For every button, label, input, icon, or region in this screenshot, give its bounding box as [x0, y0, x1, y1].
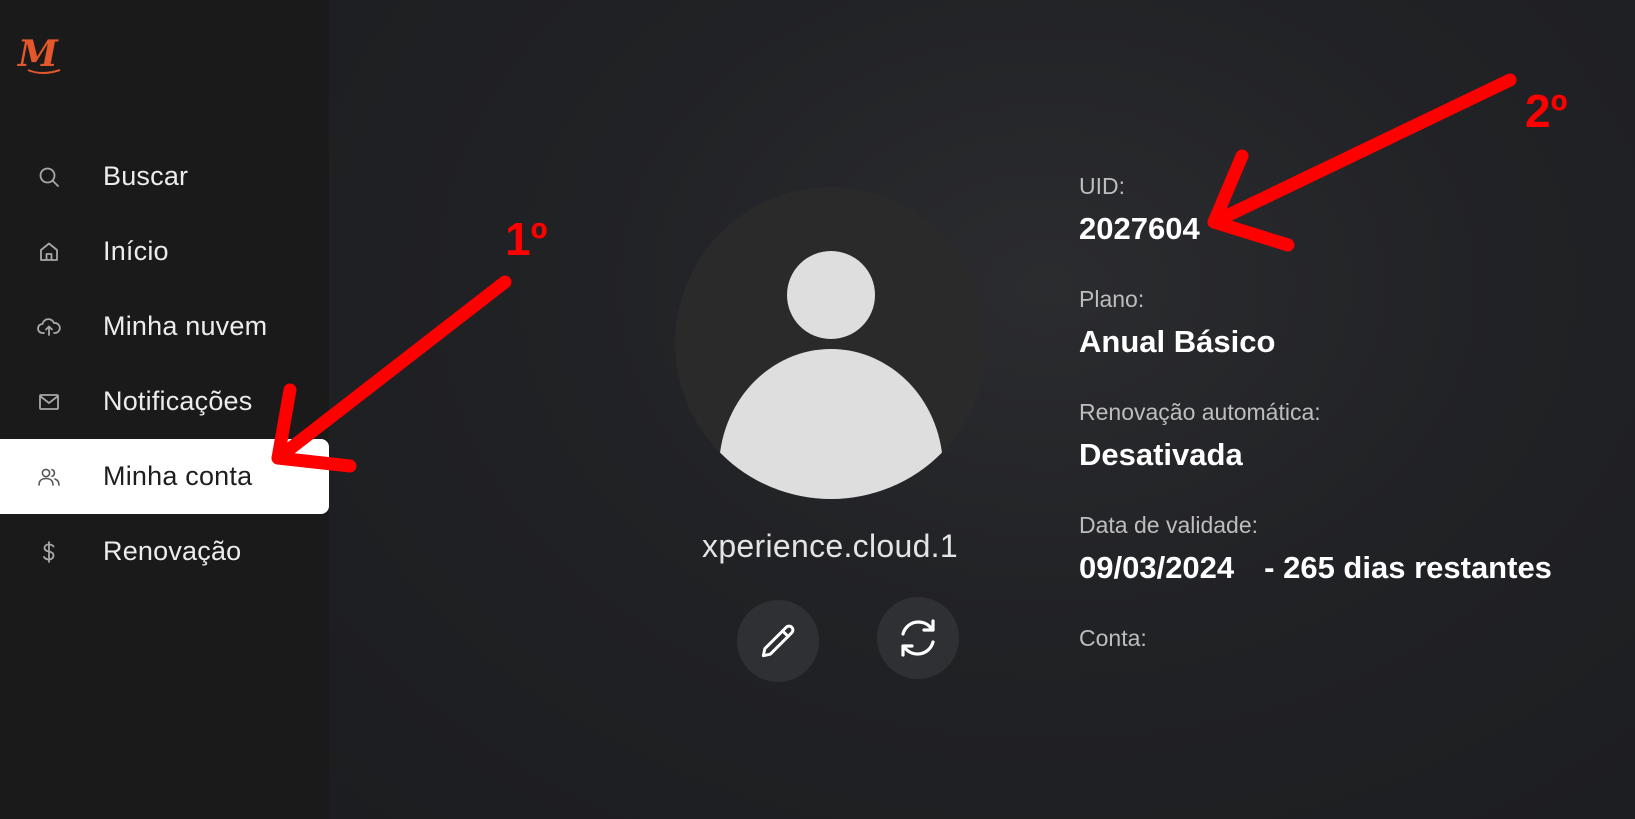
brand-logo-letter: M — [16, 33, 59, 75]
expiry-remaining: - 265 dias restantes — [1264, 550, 1552, 585]
home-icon — [36, 239, 62, 265]
sidebar-item-inicio[interactable]: Início — [0, 214, 329, 289]
brand-logo-icon[interactable]: M — [14, 30, 76, 80]
annotation-step-2-label: 2º — [1525, 85, 1568, 137]
sidebar-item-label: Início — [103, 236, 169, 266]
pencil-icon — [761, 624, 795, 658]
uid-value: 2027604 — [1079, 211, 1200, 246]
auto-renewal-block: Renovação automática: Desativada — [1079, 399, 1619, 512]
users-icon — [36, 464, 62, 490]
expiry-value: 09/03/2024 - 265 dias restantes — [1079, 550, 1619, 590]
expiry-date: 09/03/2024 — [1079, 550, 1235, 585]
annotation-step-1-label: 1º — [505, 213, 548, 265]
sidebar-item-minha-conta[interactable]: Minha conta — [0, 439, 329, 514]
sidebar: M Buscar Início Minha nuvem Notificações… — [0, 0, 329, 819]
plan-value: Anual Básico — [1079, 324, 1276, 359]
expiry-block: Data de validade: 09/03/2024 - 265 dias r… — [1079, 512, 1619, 625]
account-block: Conta: — [1079, 625, 1619, 738]
auto-renewal-label: Renovação automática: — [1079, 399, 1321, 425]
account-label: Conta: — [1079, 625, 1147, 651]
dollar-icon — [36, 539, 62, 565]
profile-username: xperience.cloud.1 — [702, 528, 958, 564]
app-window: M Buscar Início Minha nuvem Notificações… — [0, 0, 1635, 819]
search-icon — [36, 164, 62, 190]
avatar — [675, 187, 987, 499]
sidebar-item-buscar[interactable]: Buscar — [0, 139, 329, 214]
uid-block: UID: 2027604 — [1079, 173, 1619, 286]
sidebar-item-minha-nuvem[interactable]: Minha nuvem — [0, 289, 329, 364]
refresh-icon — [901, 619, 935, 657]
auto-renewal-value: Desativada — [1079, 437, 1243, 472]
refresh-button[interactable] — [877, 597, 959, 679]
sidebar-item-label: Minha conta — [103, 461, 253, 491]
uid-label: UID: — [1079, 173, 1125, 199]
sidebar-item-notificacoes[interactable]: Notificações — [0, 364, 329, 439]
expiry-label: Data de validade: — [1079, 512, 1259, 538]
user-avatar-icon — [719, 251, 943, 499]
sidebar-item-label: Minha nuvem — [103, 311, 268, 341]
mail-icon — [36, 389, 62, 415]
cloud-upload-icon — [36, 314, 62, 340]
sidebar-nav: Buscar Início Minha nuvem Notificações M… — [0, 139, 329, 589]
sidebar-item-label: Notificações — [103, 386, 253, 416]
sidebar-item-label: Renovação — [103, 536, 242, 566]
sidebar-item-renovacao[interactable]: Renovação — [0, 514, 329, 589]
sidebar-item-label: Buscar — [103, 161, 189, 191]
plan-block: Plano: Anual Básico — [1079, 286, 1619, 399]
plan-label: Plano: — [1079, 286, 1145, 312]
account-info: UID: 2027604 Plano: Anual Básico Renovaç… — [1079, 173, 1619, 738]
edit-profile-button[interactable] — [737, 600, 819, 682]
